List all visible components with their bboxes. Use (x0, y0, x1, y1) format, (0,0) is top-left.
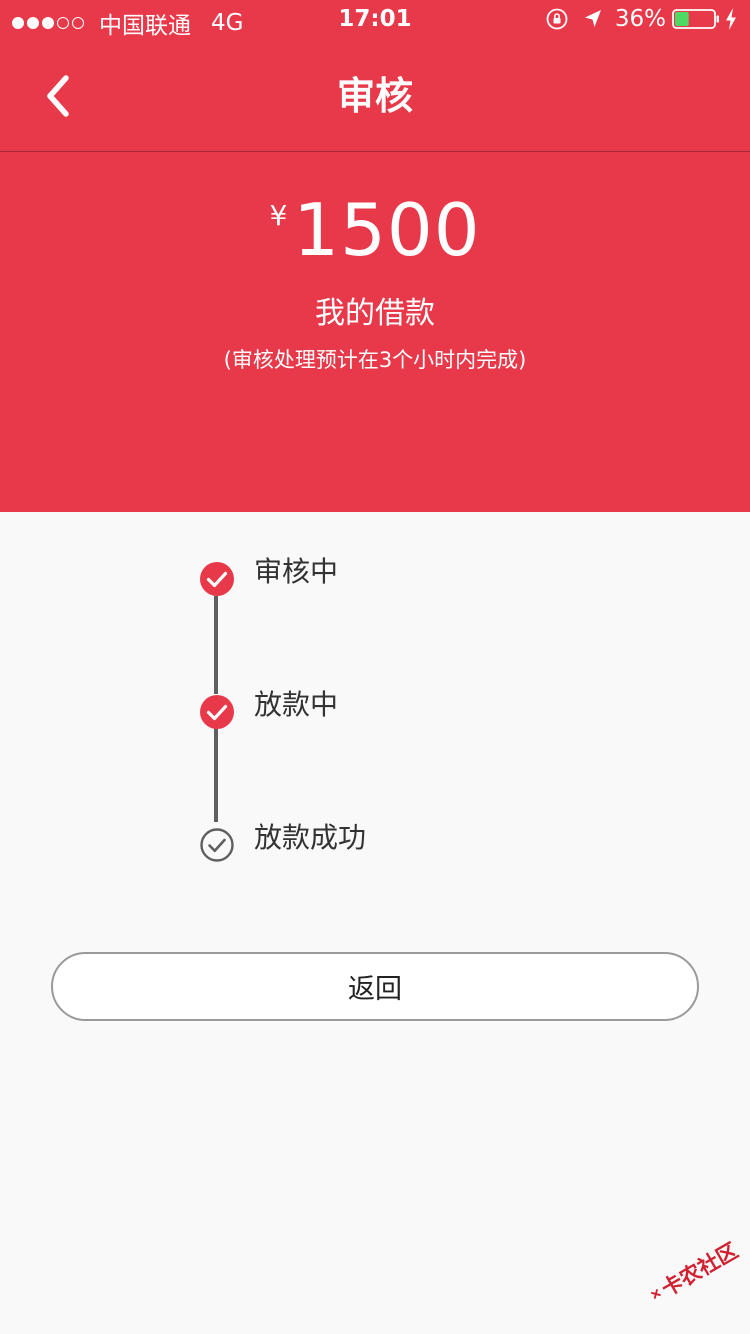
step-label-reviewing: 审核中 (254, 555, 339, 588)
page-title: 审核 (336, 74, 413, 118)
amount-value: 1500 (293, 188, 481, 272)
loan-label: 我的借款 (315, 296, 435, 331)
status-bar: 中国联通 4G 17:01 36% (0, 0, 750, 40)
location-arrow-icon (584, 10, 601, 27)
step-connector (214, 728, 218, 822)
check-circle-outline-icon (200, 828, 234, 862)
step-label-success: 放款成功 (254, 821, 367, 854)
step-connector (214, 596, 218, 694)
return-button[interactable]: 返回 (51, 952, 699, 1021)
watermark-text: 卡农社区 (657, 1238, 743, 1302)
charging-bolt-icon (726, 8, 736, 30)
navigation-bar: 审核 (0, 40, 750, 152)
orientation-lock-icon (546, 8, 568, 30)
status-right: 36% (545, 6, 738, 32)
watermark: 卡农社区 (634, 1217, 750, 1327)
check-circle-filled-icon (200, 695, 234, 729)
battery-percent: 36% (614, 6, 666, 32)
currency-symbol: ¥ (269, 199, 288, 232)
loan-amount: ¥ 1500 (0, 188, 750, 272)
check-circle-filled-icon (200, 562, 234, 596)
loan-note: (审核处理预计在3个小时内完成) (223, 348, 527, 372)
step-label-disbursing: 放款中 (254, 688, 339, 721)
battery-icon (672, 9, 719, 29)
